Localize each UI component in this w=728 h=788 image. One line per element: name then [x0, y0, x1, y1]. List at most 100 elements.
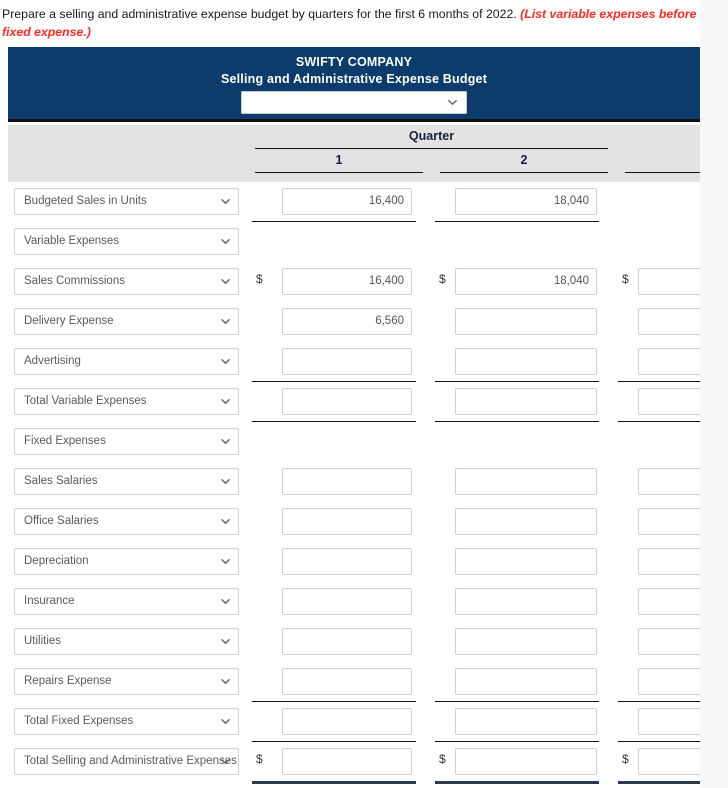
- amount-input[interactable]: [455, 668, 597, 695]
- amount-input[interactable]: [282, 348, 412, 375]
- amount-input[interactable]: [638, 668, 700, 695]
- amount-input[interactable]: [282, 668, 412, 695]
- amount-cell: [439, 388, 599, 415]
- amount-cell: [622, 508, 700, 535]
- column-header-band: Quarter 1 2 Six M: [8, 125, 700, 182]
- amount-input[interactable]: [455, 708, 597, 735]
- row-label-select[interactable]: Sales Salaries: [14, 468, 239, 495]
- amount-input[interactable]: 16,400: [282, 268, 412, 295]
- amount-cell: [622, 348, 700, 375]
- amount-input[interactable]: [638, 468, 700, 495]
- amount-input[interactable]: [282, 748, 412, 775]
- column-header-1: 1: [335, 153, 343, 167]
- amount-cell: [256, 548, 416, 575]
- amount-input[interactable]: [455, 468, 597, 495]
- amount-input[interactable]: [282, 388, 412, 415]
- chevron-down-icon: [448, 98, 457, 107]
- quarter-group-label: Quarter: [408, 129, 455, 143]
- row-label-select[interactable]: Budgeted Sales in Units: [14, 188, 239, 215]
- amount-input[interactable]: [638, 748, 700, 775]
- amount-input[interactable]: [282, 548, 412, 575]
- row-label-select[interactable]: Total Variable Expenses: [14, 388, 239, 415]
- amount-input[interactable]: [282, 468, 412, 495]
- amount-cell: [439, 588, 599, 615]
- row-label-select[interactable]: Utilities: [14, 628, 239, 655]
- amount-input[interactable]: [455, 548, 597, 575]
- amount-cell: [439, 708, 599, 735]
- amount-cell: [439, 508, 599, 535]
- row-label-select[interactable]: Delivery Expense: [14, 308, 239, 335]
- quarter-group-rule: [255, 148, 608, 149]
- row-label-select[interactable]: Repairs Expense: [14, 668, 239, 695]
- table-row: Total Selling and Administrative Expense…: [0, 742, 700, 784]
- table-row: Insurance: [0, 582, 700, 622]
- row-label-select[interactable]: Advertising: [14, 348, 239, 375]
- amount-input[interactable]: 6,560: [282, 308, 412, 335]
- amount-input[interactable]: [455, 388, 597, 415]
- amount-cell: [256, 668, 416, 695]
- row-total-rule: [435, 781, 599, 784]
- chevron-down-icon: [221, 197, 230, 206]
- amount-input[interactable]: [282, 628, 412, 655]
- amount-cell: [622, 468, 700, 495]
- amount-cell: [622, 548, 700, 575]
- row-total-rule: [618, 781, 700, 784]
- amount-input[interactable]: [638, 588, 700, 615]
- chevron-down-icon: [221, 597, 230, 606]
- amount-input[interactable]: [282, 708, 412, 735]
- amount-input[interactable]: [455, 348, 597, 375]
- amount-cell: [439, 548, 599, 575]
- amount-input[interactable]: [638, 708, 700, 735]
- amount-input[interactable]: [638, 348, 700, 375]
- table-row: Delivery Expense 6,560: [0, 302, 700, 342]
- currency-symbol: $: [622, 272, 629, 286]
- amount-cell: [256, 708, 416, 735]
- chevron-down-icon: [221, 677, 230, 686]
- amount-cell: $: [256, 748, 416, 775]
- amount-input[interactable]: [638, 508, 700, 535]
- amount-cell: [256, 588, 416, 615]
- amount-cell: $16,400: [256, 268, 416, 295]
- amount-cell: [439, 468, 599, 495]
- row-label-select[interactable]: Insurance: [14, 588, 239, 615]
- amount-cell: [256, 388, 416, 415]
- row-label-select[interactable]: Depreciation: [14, 548, 239, 575]
- amount-input[interactable]: [282, 588, 412, 615]
- amount-input[interactable]: 18,040: [455, 268, 597, 295]
- row-label-select[interactable]: Fixed Expenses: [14, 428, 239, 455]
- row-label-text: Depreciation: [24, 555, 89, 567]
- amount-cell: [439, 668, 599, 695]
- row-label-select[interactable]: Total Selling and Administrative Expense…: [14, 748, 239, 775]
- amount-input[interactable]: [455, 308, 597, 335]
- table-row: Depreciation: [0, 542, 700, 582]
- row-label-select[interactable]: Sales Commissions: [14, 268, 239, 295]
- amount-input[interactable]: [455, 588, 597, 615]
- currency-symbol: $: [439, 752, 446, 766]
- amount-input[interactable]: [282, 508, 412, 535]
- amount-input[interactable]: [638, 628, 700, 655]
- period-select[interactable]: [241, 91, 467, 114]
- period-select-wrap: [8, 91, 700, 114]
- row-label-select[interactable]: Variable Expenses: [14, 228, 239, 255]
- company-name: SWIFTY COMPANY: [295, 55, 413, 69]
- row-label-text: Sales Commissions: [24, 275, 125, 287]
- currency-symbol: $: [622, 752, 629, 766]
- chevron-down-icon: [221, 477, 230, 486]
- row-label-select[interactable]: Total Fixed Expenses: [14, 708, 239, 735]
- amount-input[interactable]: 16,400: [282, 188, 412, 215]
- amount-input[interactable]: [455, 628, 597, 655]
- amount-input[interactable]: [455, 748, 597, 775]
- amount-input[interactable]: [638, 308, 700, 335]
- amount-input[interactable]: 18,040: [455, 188, 597, 215]
- amount-input[interactable]: [638, 388, 700, 415]
- amount-input[interactable]: [638, 548, 700, 575]
- table-row: Utilities: [0, 622, 700, 662]
- instruction-text: Prepare a selling and administrative exp…: [0, 5, 700, 41]
- currency-symbol: $: [439, 272, 446, 286]
- row-label-select[interactable]: Office Salaries: [14, 508, 239, 535]
- row-label-text: Insurance: [24, 595, 75, 607]
- budget-title: Selling and Administrative Expense Budge…: [220, 72, 488, 86]
- amount-input[interactable]: [638, 268, 700, 295]
- column-header-3: Six M: [625, 153, 700, 167]
- amount-input[interactable]: [455, 508, 597, 535]
